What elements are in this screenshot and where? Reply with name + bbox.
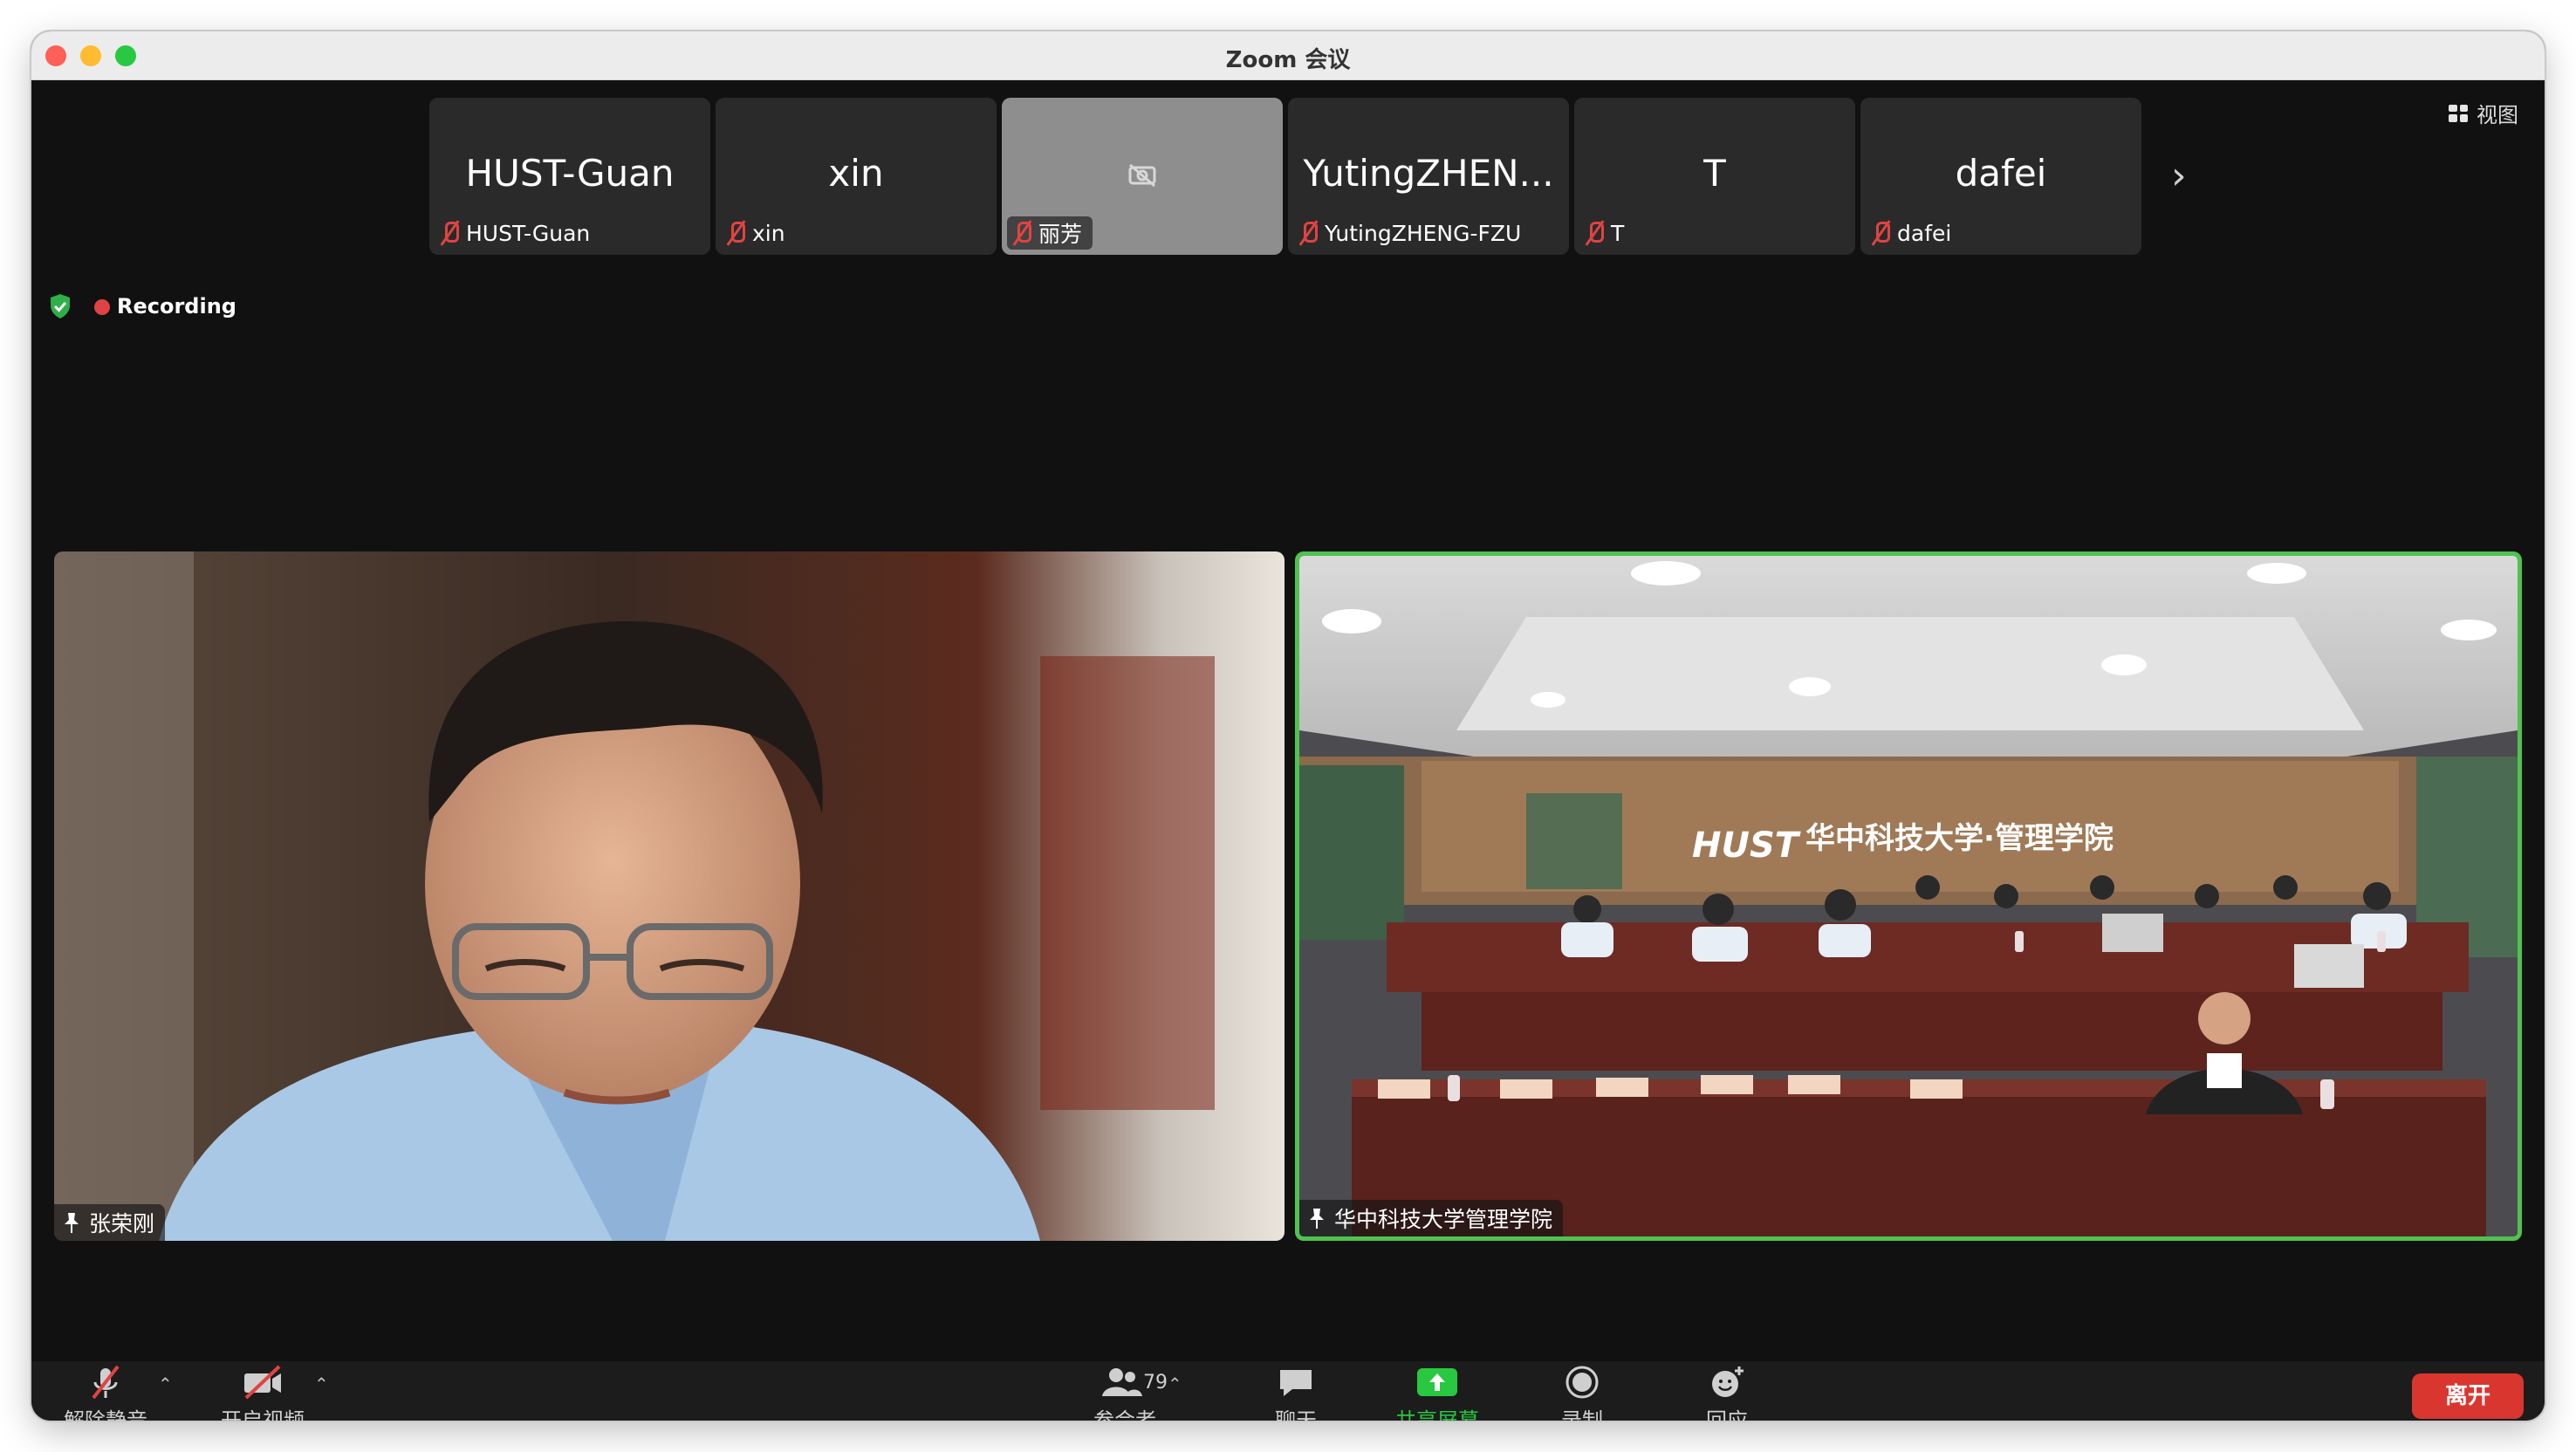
video-name-text: 张荣刚 xyxy=(89,1211,155,1236)
leave-button[interactable]: 离开 xyxy=(2412,1373,2524,1419)
title-bar: Zoom 会议 xyxy=(31,31,2545,80)
recording-dot-icon xyxy=(94,299,110,315)
camera-off-icon xyxy=(1128,163,1156,187)
participant-tile[interactable]: xin xin xyxy=(716,98,997,255)
participant-name-label: dafei xyxy=(1866,216,1962,250)
speaker-video-left xyxy=(54,551,1285,1241)
share-screen-icon xyxy=(1417,1368,1457,1396)
participant-display-name: xin xyxy=(828,152,884,195)
participant-display-name: T xyxy=(1703,152,1726,195)
participant-name-label: xin xyxy=(721,216,796,250)
video-name-label: 华中科技大学管理学院 xyxy=(1299,1200,1564,1236)
zoom-window: Zoom 会议 视图 HUST-Guan HUST-Guan xin xin 丽… xyxy=(31,31,2545,1421)
record-label: 录制 xyxy=(1561,1408,1603,1421)
recording-label[interactable]: Recording xyxy=(94,294,236,318)
pin-icon xyxy=(1310,1209,1324,1229)
shield-check-icon[interactable] xyxy=(49,293,72,319)
participant-name-label: 丽芳 xyxy=(1007,216,1093,250)
chevron-up-icon[interactable]: ⌃ xyxy=(1168,1373,1182,1394)
participants-button[interactable]: 79 参会者 xyxy=(1068,1365,1182,1421)
mic-muted-icon xyxy=(1869,220,1892,246)
chevron-up-icon[interactable]: ⌃ xyxy=(158,1373,173,1394)
record-icon xyxy=(1565,1366,1599,1399)
start-video-button[interactable]: 开启视频 xyxy=(206,1365,319,1421)
mic-muted-icon xyxy=(92,1365,120,1400)
participant-tile[interactable]: HUST-Guan HUST-Guan xyxy=(429,98,710,255)
video-name-label: 张荣刚 xyxy=(54,1204,166,1241)
participant-display-name: HUST-Guan xyxy=(465,152,675,195)
reactions-button[interactable]: 回应 xyxy=(1670,1365,1784,1421)
chevron-right-icon[interactable]: › xyxy=(2171,157,2187,195)
participant-label-text: T xyxy=(1611,220,1625,246)
pin-icon xyxy=(65,1213,79,1233)
participant-filmstrip: HUST-Guan HUST-Guan xin xin 丽芳 YutingZHE… xyxy=(429,98,2141,255)
participant-name-label: YutingZHENG-FZU xyxy=(1293,216,1531,250)
participant-label-text: YutingZHENG-FZU xyxy=(1325,220,1522,246)
participant-tile[interactable]: YutingZHEN... YutingZHENG-FZU xyxy=(1288,98,1569,255)
participant-label-text: dafei xyxy=(1897,220,1952,246)
mic-muted-icon xyxy=(438,220,461,246)
video-tile-right-active-speaker[interactable]: 华中科技大学·管理学院 HUST 华中科技大学管理学院 xyxy=(1295,551,2522,1241)
reactions-label: 回应 xyxy=(1706,1408,1748,1421)
participant-label-text: 丽芳 xyxy=(1038,222,1083,247)
meeting-stage: 视图 HUST-Guan HUST-Guan xin xin 丽芳 Yuting… xyxy=(31,80,2545,1361)
mic-muted-icon xyxy=(1011,220,1033,246)
meeting-toolbar: 解除静音 ⌃ 开启视频 ⌃ 79 参会者 ⌃ 聊天 共享屏幕 录制 回应 离开 xyxy=(31,1361,2545,1421)
unmute-label: 解除静音 xyxy=(64,1408,147,1421)
window-title: Zoom 会议 xyxy=(1225,47,1351,73)
video-name-text: 华中科技大学管理学院 xyxy=(1334,1207,1553,1232)
recording-text: Recording xyxy=(117,294,236,318)
video-tile-left[interactable]: 张荣刚 xyxy=(54,551,1285,1241)
svg-text:HUST: HUST xyxy=(1692,825,1801,866)
start-video-label: 开启视频 xyxy=(221,1408,305,1421)
participant-tile[interactable]: T T xyxy=(1574,98,1855,255)
participant-name-label: HUST-Guan xyxy=(435,216,600,250)
chevron-up-icon[interactable]: ⌃ xyxy=(314,1373,329,1394)
view-button[interactable]: 视图 xyxy=(2449,98,2518,128)
chat-button[interactable]: 聊天 xyxy=(1239,1365,1353,1421)
share-screen-label: 共享屏幕 xyxy=(1395,1408,1479,1421)
emoji-reaction-icon xyxy=(1712,1366,1744,1397)
record-button[interactable]: 录制 xyxy=(1525,1365,1639,1421)
unmute-button[interactable]: 解除静音 xyxy=(49,1365,162,1421)
participants-label: 参会者 xyxy=(1093,1408,1156,1421)
chat-icon xyxy=(1280,1370,1312,1396)
view-button-label: 视图 xyxy=(2477,103,2518,127)
share-screen-button[interactable]: 共享屏幕 xyxy=(1380,1365,1494,1421)
conference-room-video: 华中科技大学·管理学院 HUST xyxy=(1299,556,2518,1236)
participant-name-label: T xyxy=(1579,216,1634,250)
mic-muted-icon xyxy=(1583,220,1606,246)
participant-tile[interactable]: dafei dafei xyxy=(1860,98,2141,255)
wall-banner-text: 华中科技大学·管理学院 xyxy=(1805,821,2114,856)
participant-count: 79 xyxy=(1143,1372,1168,1394)
participant-tile[interactable]: 丽芳 xyxy=(1002,98,1283,255)
participant-label-text: xin xyxy=(752,220,785,246)
video-off-icon xyxy=(244,1365,281,1400)
participant-label-text: HUST-Guan xyxy=(466,220,591,246)
recording-indicator: Recording xyxy=(49,293,236,319)
grid-icon xyxy=(2449,104,2468,122)
participant-display-name: dafei xyxy=(1955,152,2047,195)
mic-muted-icon xyxy=(1297,220,1319,246)
chat-label: 聊天 xyxy=(1275,1408,1317,1421)
mic-muted-icon xyxy=(724,220,747,246)
participant-display-name: YutingZHEN... xyxy=(1303,152,1554,195)
